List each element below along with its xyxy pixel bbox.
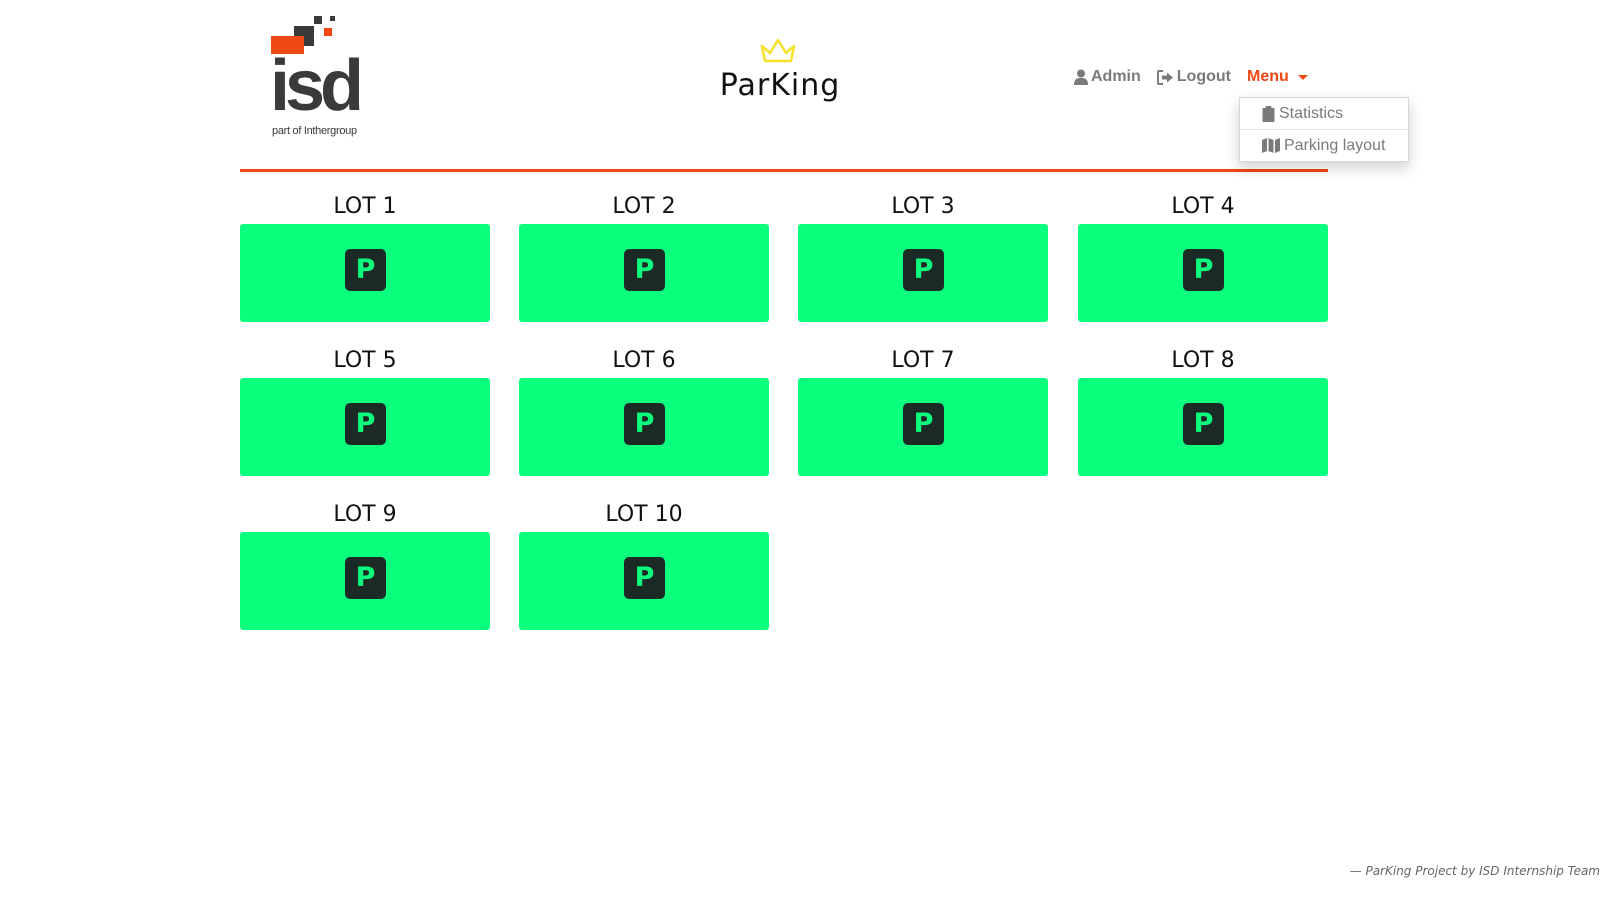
sign-out-icon: [1156, 69, 1174, 85]
parking-icon: P: [624, 403, 665, 445]
menu-dropdown-toggle[interactable]: Menu: [1247, 68, 1308, 86]
caret-down-icon: [1297, 75, 1308, 80]
lot-label: LOT 8: [1171, 348, 1235, 373]
lot-label: LOT 10: [605, 502, 683, 527]
crown-icon: [760, 38, 796, 63]
parking-icon: P: [624, 249, 665, 291]
parking-lot: LOT 8 P: [1078, 344, 1328, 480]
user-icon: [1074, 69, 1088, 85]
lot-label: LOT 1: [333, 194, 397, 219]
parking-slot[interactable]: P: [519, 224, 769, 322]
clipboard-icon: [1262, 105, 1275, 122]
logout-link[interactable]: Logout: [1156, 68, 1231, 86]
parking-slot[interactable]: P: [519, 532, 769, 630]
isd-logo-text: isd: [270, 46, 364, 126]
parking-lot: LOT 10 P: [519, 498, 769, 634]
menu-label: Menu: [1246, 68, 1289, 85]
parking-icon: P: [345, 403, 386, 445]
menu-dropdown: Statistics Parking layout: [1239, 97, 1409, 162]
parking-icon: P: [1183, 249, 1224, 291]
admin-label: Admin: [1091, 68, 1141, 85]
parking-icon: P: [345, 557, 386, 599]
parking-lot: LOT 2 P: [519, 190, 769, 326]
lot-label: LOT 6: [612, 348, 676, 373]
parking-lot: LOT 4 P: [1078, 190, 1328, 326]
menu-item-statistics[interactable]: Statistics: [1240, 98, 1408, 129]
top-nav: Admin Logout Menu: [1074, 66, 1308, 88]
parking-icon: P: [903, 249, 944, 291]
parking-slot[interactable]: P: [798, 224, 1048, 322]
parking-lot: LOT 6 P: [519, 344, 769, 480]
lot-label: LOT 5: [333, 348, 397, 373]
parking-slot[interactable]: P: [240, 224, 490, 322]
admin-link[interactable]: Admin: [1074, 68, 1141, 86]
app-name: ParKing: [719, 68, 841, 103]
lot-label: LOT 4: [1171, 194, 1235, 219]
parking-slot[interactable]: P: [798, 378, 1048, 476]
parking-slot[interactable]: P: [519, 378, 769, 476]
menu-item-parking-layout[interactable]: Parking layout: [1240, 129, 1408, 161]
logout-label: Logout: [1176, 68, 1231, 85]
lot-label: LOT 9: [333, 502, 397, 527]
parking-slot[interactable]: P: [240, 532, 490, 630]
parking-lot: LOT 5 P: [240, 344, 490, 480]
parking-icon: P: [624, 557, 665, 599]
parking-icon: P: [1183, 403, 1224, 445]
parking-lot: LOT 3 P: [798, 190, 1048, 326]
menu-item-label: Statistics: [1279, 104, 1344, 122]
parking-lot: LOT 7 P: [798, 344, 1048, 480]
header-divider: [240, 169, 1328, 172]
isd-logo-subtitle: part of Inthergroup: [272, 125, 357, 137]
menu-item-label: Parking layout: [1284, 136, 1386, 154]
map-icon: [1262, 138, 1280, 153]
parking-lot: LOT 9 P: [240, 498, 490, 634]
parking-slot[interactable]: P: [1078, 378, 1328, 476]
parking-icon: P: [345, 249, 386, 291]
parking-icon: P: [903, 403, 944, 445]
parking-lot: LOT 1 P: [240, 190, 490, 326]
lot-label: LOT 2: [612, 194, 676, 219]
lot-label: LOT 7: [891, 348, 955, 373]
parking-slot[interactable]: P: [1078, 224, 1328, 322]
isd-logo: isd part of Inthergroup: [270, 14, 374, 140]
parking-slot[interactable]: P: [240, 378, 490, 476]
footer-credit: — ParKing Project by ISD Internship Team: [1349, 864, 1600, 878]
parking-brand: ParKing: [718, 34, 842, 108]
lot-label: LOT 3: [891, 194, 955, 219]
